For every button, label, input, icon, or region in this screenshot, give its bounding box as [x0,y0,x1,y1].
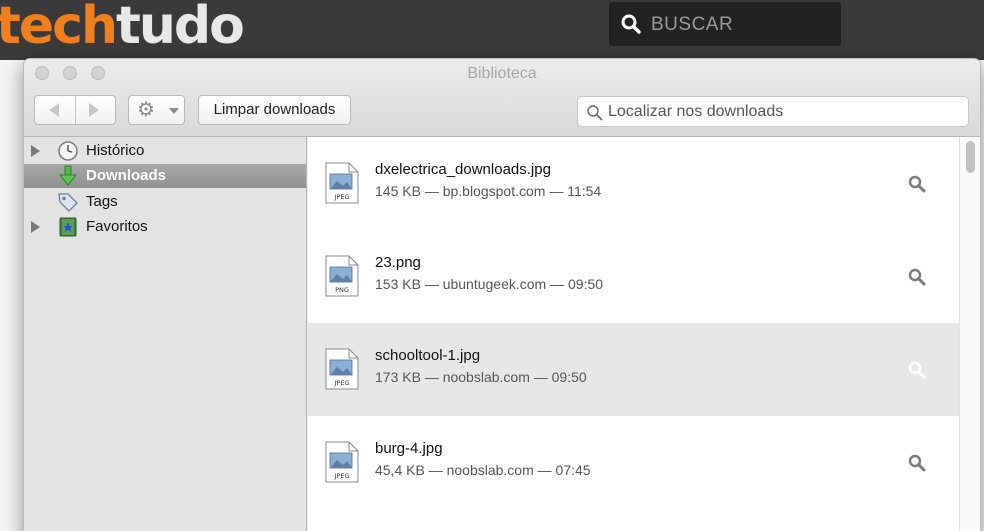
downloads-list: JPEG dxelectrica_downloads.jpg 145 KB — … [308,137,980,531]
file-type-label: JPEG [334,193,350,201]
download-arrow-icon [58,165,78,186]
download-meta: 173 KB — noobslab.com — 09:50 [375,369,587,385]
logo-part-tudo: tudo [115,0,245,56]
site-search-placeholder: BUSCAR [651,14,734,35]
download-row[interactable]: JPEG burg-4.jpg 45,4 KB — noobslab.com —… [308,416,959,509]
downloads-search-placeholder: Localizar nos downloads [608,103,784,120]
download-filename: dxelectrica_downloads.jpg [375,161,551,178]
download-filename: burg-4.jpg [375,440,443,457]
clear-downloads-button[interactable]: Limpar downloads [198,95,351,125]
organize-menu-button[interactable]: ⚙ [128,95,185,125]
download-filename: schooltool-1.jpg [375,347,481,364]
disclosure-triangle-icon[interactable] [31,221,40,233]
sidebar-item-label: Tags [86,193,118,210]
site-search-box[interactable]: BUSCAR [609,2,841,46]
sidebar-item-label: Favoritos [86,218,148,235]
download-row[interactable]: JPEG dxelectrica_downloads.jpg 145 KB — … [308,137,959,230]
library-window: Biblioteca ⚙ Limpar downloads Localizar … [24,59,980,531]
nav-divider [75,96,76,124]
downloads-search-input[interactable]: Localizar nos downloads [577,96,969,127]
list-scrollbar[interactable] [959,137,980,531]
show-in-folder-icon[interactable] [908,175,926,193]
sidebar-item-favorites[interactable]: Favoritos [24,215,306,239]
download-meta: 153 KB — ubuntugeek.com — 09:50 [375,276,604,292]
bookmark-icon [59,217,77,237]
disclosure-triangle-icon[interactable] [31,145,40,157]
jpeg-file-icon: JPEG [325,348,359,390]
download-filename: 23.png [375,254,421,271]
scrollbar-thumb[interactable] [966,141,975,173]
window-title: Biblioteca [467,65,537,82]
history-nav-group [34,95,116,125]
back-arrow-icon[interactable] [49,103,59,117]
show-in-folder-icon[interactable] [908,268,926,286]
sidebar-item-label: Histórico [86,142,145,159]
gear-icon: ⚙ [137,99,155,121]
sidebar-item-label: Downloads [86,167,167,184]
file-type-label: JPEG [334,379,350,387]
show-in-folder-icon[interactable] [908,361,926,379]
sidebar-item-downloads[interactable]: Downloads [24,164,306,188]
sidebar-item-history[interactable]: Histórico [24,139,306,163]
jpeg-file-icon: JPEG [325,441,359,483]
tag-icon [58,193,78,212]
file-type-label: JPEG [334,472,350,480]
jpeg-file-icon: JPEG [325,162,359,204]
techtudo-logo[interactable]: techtudo [0,0,245,56]
download-row[interactable]: PNG 23.png 153 KB — ubuntugeek.com — 09:… [308,230,959,323]
site-header: techtudo BUSCAR [0,0,984,60]
forward-arrow-icon[interactable] [89,103,99,117]
sidebar-item-tags[interactable]: Tags [24,190,306,214]
chevron-down-icon [169,108,179,114]
library-sidebar: Histórico Downloads Tags Favoritos [24,137,307,531]
file-type-label: PNG [335,286,349,294]
png-file-icon: PNG [325,255,359,297]
download-meta: 45,4 KB — noobslab.com — 07:45 [375,462,591,478]
download-meta: 145 KB — bp.blogspot.com — 11:54 [375,183,602,199]
download-row[interactable]: JPEG schooltool-1.jpg 173 KB — noobslab.… [308,323,959,416]
show-in-folder-icon[interactable] [908,454,926,472]
logo-part-tech: tech [0,0,118,56]
window-titlebar: Biblioteca ⚙ Limpar downloads Localizar … [24,59,980,137]
search-icon [587,105,603,121]
search-icon [621,14,641,34]
clock-icon [58,141,78,161]
